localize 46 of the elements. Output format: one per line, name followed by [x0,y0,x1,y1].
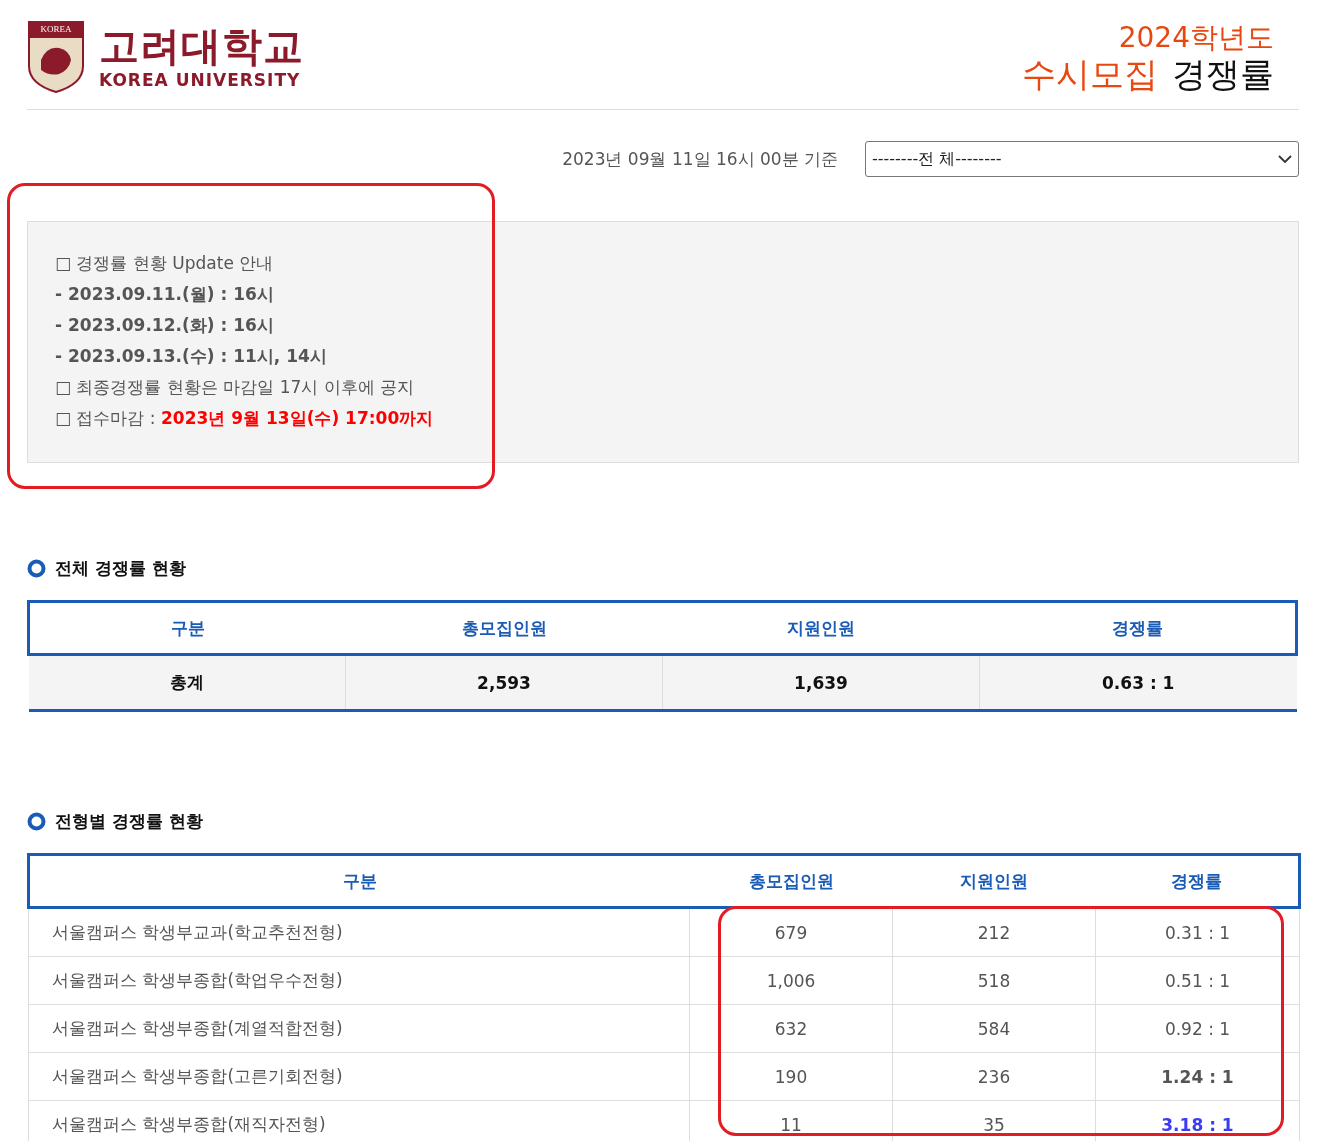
table-cell: 0.51 : 1 [1095,956,1300,1005]
column-header: 경쟁률 [979,601,1297,655]
table-cell: 0.92 : 1 [1095,1004,1300,1053]
table-cell: 190 [689,1052,893,1101]
column-header: 구분 [28,854,690,908]
column-header: 총모집인원 [689,854,893,908]
table-cell: 0.31 : 1 [1095,907,1300,957]
table-cell: 2,593 [345,654,663,711]
section-title: 전체 경쟁률 현황 [55,557,186,580]
table-cell: 총계 [28,654,346,711]
admission-type-title: 수시모집 [1022,54,1158,94]
university-name-english: KOREA UNIVERSITY [99,70,302,90]
table-cell: 1.24 : 1 [1095,1052,1300,1101]
column-header: 구분 [28,601,346,655]
table-cell: 서울캠퍼스 학생부종합(고른기회전형) [28,1052,690,1101]
page-title: 경쟁률 [1172,54,1274,94]
academic-year: 2024학년도 [1118,22,1274,54]
category-select[interactable]: --------전 체-------- [865,141,1299,177]
column-header: 경쟁률 [1095,854,1300,908]
notice-line: □ 최종경쟁률 현황은 마감일 17시 이후에 공지 [55,376,416,398]
bullet-ring-icon [27,559,46,578]
table-cell: 1,639 [662,654,980,711]
table-cell: 서울캠퍼스 학생부종합(학업우수전형) [28,956,690,1005]
table-cell: 236 [892,1052,1096,1101]
table-cell: 212 [892,907,1096,957]
chevron-down-icon [1278,154,1292,164]
table-cell: 679 [689,907,893,957]
university-name: 고려대학교 [99,24,304,68]
section-title: 전형별 경쟁률 현황 [55,810,203,833]
bullet-ring-icon [27,812,46,831]
reference-time: 2023년 09월 11일 16시 00분 기준 [562,147,838,171]
table-cell: 584 [892,1004,1096,1053]
column-header: 지원인원 [892,854,1096,908]
notice-line: - 2023.09.13.(수) : 11시, 14시 [55,345,328,367]
table-cell: 서울캠퍼스 학생부종합(재직자전형) [28,1100,690,1141]
notice-line: □ 접수마감 : 2023년 9월 13일(수) 17:00까지 [55,407,435,429]
table-cell: 서울캠퍼스 학생부종합(계열적합전형) [28,1004,690,1053]
shield-emblem-icon: KOREA [27,20,85,94]
notice-line: - 2023.09.12.(화) : 16시 [55,314,275,336]
table-cell: 서울캠퍼스 학생부교과(학교추천전형) [28,907,690,957]
notice-line: - 2023.09.11.(월) : 16시 [55,283,275,305]
table-cell: 0.63 : 1 [979,654,1297,711]
table-cell: 518 [892,956,1096,1005]
notice-line: □ 경쟁률 현황 Update 안내 [55,252,275,274]
table-cell: 1,006 [689,956,893,1005]
table-cell: 632 [689,1004,893,1053]
